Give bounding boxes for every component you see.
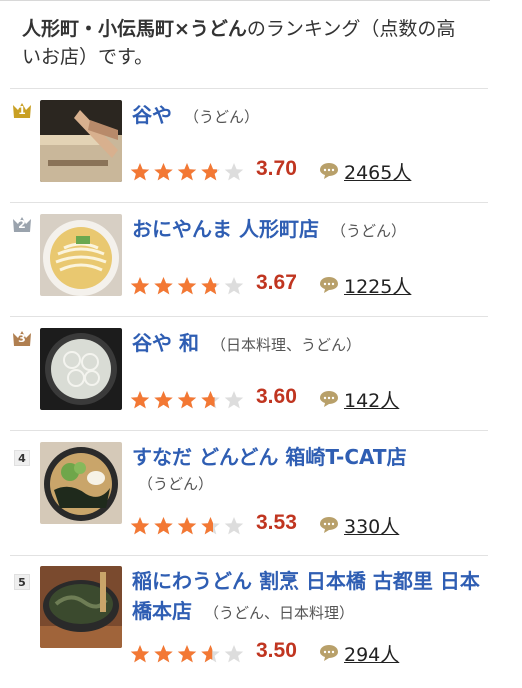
rating-score: 3.50 (256, 639, 297, 662)
row-divider (10, 202, 488, 203)
comment-icon (320, 645, 338, 661)
star-rating (130, 277, 244, 295)
rating-score: 3.60 (256, 385, 297, 408)
restaurant-name-line: すなだ どんどん 箱崎T-CAT店 （うどん） (132, 442, 488, 496)
star-filled-icon (154, 517, 173, 535)
star-filled-icon (154, 391, 173, 409)
rating-score: 3.53 (256, 511, 297, 534)
star-empty-icon (224, 517, 244, 535)
heading-area-genre: 人形町・小伝馬町×うどん (22, 18, 247, 40)
restaurant-thumbnail[interactable] (40, 100, 122, 182)
row-divider (10, 555, 488, 556)
star-empty-icon (224, 163, 244, 181)
restaurant-genre: （うどん） (184, 108, 260, 126)
star-filled-icon (130, 391, 150, 409)
star-empty-icon (224, 645, 244, 663)
star-filled-icon (154, 277, 173, 295)
restaurant-name-link[interactable]: 谷や 和 (132, 331, 199, 355)
row-divider (10, 88, 488, 89)
review-count-link[interactable]: 142人 (344, 386, 399, 413)
rank-badge-bronze-crown-icon: 3 (12, 330, 32, 347)
restaurant-name-line: 谷や （うどん） (132, 100, 488, 132)
restaurant-name-link[interactable]: すなだ どんどん 箱崎T-CAT店 (132, 445, 407, 469)
star-filled-icon (130, 277, 150, 295)
star-filled-icon (130, 163, 150, 181)
row-divider (10, 316, 488, 317)
restaurant-name-line: 稲にわうどん 割烹 日本橋 古都里 日本橋本店 （うどん、日本料理） (132, 566, 488, 628)
star-rating (130, 645, 244, 663)
rank-badge-gold-crown-icon: 1 (12, 102, 32, 119)
star-empty-icon (224, 277, 244, 295)
review-count-link[interactable]: 2465人 (344, 158, 411, 185)
restaurant-thumbnail[interactable] (40, 214, 122, 296)
review-count-link[interactable]: 294人 (344, 640, 399, 667)
rank-badge-number: 5 (14, 574, 30, 590)
star-empty-icon (224, 391, 244, 409)
restaurant-thumbnail[interactable] (40, 566, 122, 648)
restaurant-name-line: おにやんま 人形町店 （うどん） (132, 214, 488, 246)
comment-icon (320, 277, 338, 293)
restaurant-genre: （うどん） (138, 475, 214, 493)
restaurant-name-link[interactable]: 谷や (132, 103, 172, 127)
star-filled-icon (154, 163, 173, 181)
rating-score: 3.67 (256, 271, 297, 294)
restaurant-genre: （うどん） (330, 222, 406, 240)
star-filled-icon (154, 645, 173, 663)
star-filled-icon (177, 645, 197, 663)
restaurant-name-line: 谷や 和 （日本料理、うどん） (132, 328, 488, 360)
comment-icon (320, 163, 338, 179)
star-filled-icon (177, 163, 197, 181)
star-rating (130, 517, 244, 535)
row-divider (10, 430, 488, 431)
star-rating (130, 163, 244, 181)
star-filled-icon (177, 391, 197, 409)
review-count-link[interactable]: 1225人 (344, 272, 411, 299)
star-filled-icon (130, 517, 150, 535)
rank-badge-number: 4 (14, 450, 30, 466)
star-filled-icon (177, 517, 197, 535)
star-filled-icon (177, 277, 197, 295)
review-count-link[interactable]: 330人 (344, 512, 399, 539)
rank-badge-silver-crown-icon: 2 (12, 216, 32, 233)
restaurant-thumbnail[interactable] (40, 328, 122, 410)
comment-icon (320, 391, 338, 407)
restaurant-genre: （日本料理、うどん） (210, 336, 361, 354)
restaurant-genre: （うどん、日本料理） (204, 604, 355, 622)
rating-score: 3.70 (256, 157, 297, 180)
star-filled-icon (201, 163, 217, 181)
star-filled-icon (130, 645, 150, 663)
comment-icon (320, 517, 338, 533)
top-divider (0, 0, 490, 1)
star-rating (130, 391, 244, 409)
restaurant-name-link[interactable]: おにやんま 人形町店 (132, 217, 319, 241)
ranking-heading: 人形町・小伝馬町×うどんのランキング（点数の高いお店）です。 (22, 15, 474, 71)
restaurant-thumbnail[interactable] (40, 442, 122, 524)
